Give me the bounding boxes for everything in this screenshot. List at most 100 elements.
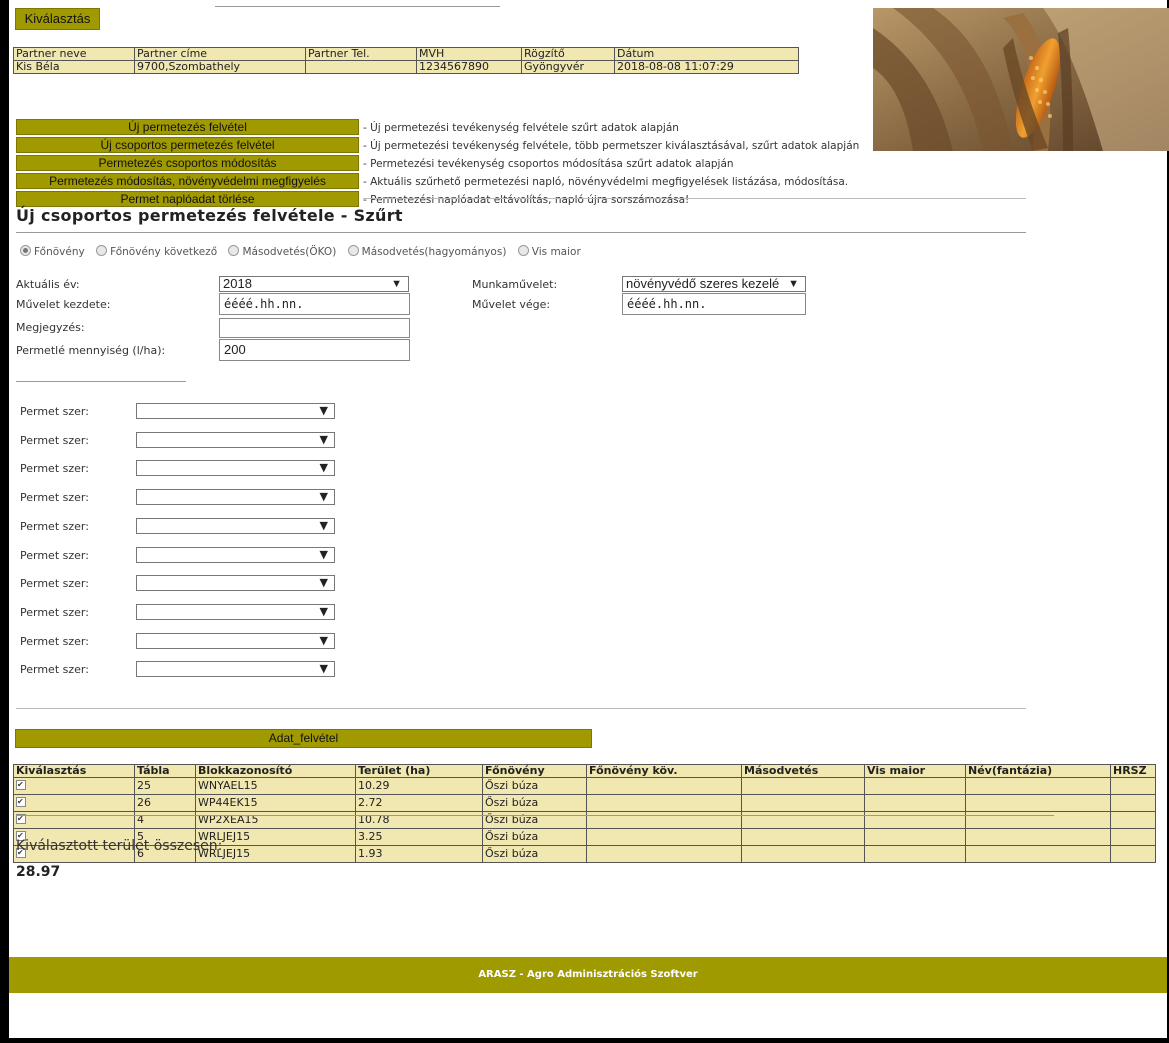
table-cell [864,794,966,812]
table-cell: Őszi búza [482,845,587,863]
spray-amount-input[interactable]: 200 [219,339,410,361]
total-area-value: 28.97 [16,864,61,880]
corn-image [873,8,1169,151]
table-cell [586,777,742,795]
radio-vis-maior[interactable]: Vis maior [517,245,581,258]
partner-header: Partner neve [13,47,135,61]
table-cell [741,828,865,846]
spray-agent-select[interactable]: ▼ [136,604,335,620]
end-date-input[interactable]: éééé.hh.nn. [622,293,806,315]
table-cell [1110,777,1156,795]
table-cell: 1.93 [355,845,483,863]
note-input[interactable] [219,318,410,338]
menu-desc: - Permetezési naplóadat eltávolítás, nap… [363,194,690,206]
crop-type-radio-group: Főnövény Főnövény következő Másodvetés(Ö… [20,245,589,258]
work-select-value: növényvédő szeres kezelé [626,276,780,291]
radio-dot-icon [228,245,240,256]
page-title: Új csoportos permetezés felvétele - Szűr… [16,206,403,225]
dropdown-arrow-icon: ▼ [319,461,328,474]
total-area-label: Kiválasztott terület összesen: [16,838,223,854]
table-header: Név(fantázia) [965,764,1111,778]
table-cell [586,845,742,863]
partner-cell: Kis Béla [13,60,135,74]
partner-header: Partner Tel. [305,47,417,61]
spray-agent-label: Permet szer: [20,434,89,447]
table-cell: 10.29 [355,777,483,795]
radio-dot-icon [517,245,529,256]
spray-agent-select[interactable]: ▼ [136,460,335,476]
spray-agent-label: Permet szer: [20,520,89,533]
divider [16,381,186,382]
window-border-left [0,0,9,1043]
year-label: Aktuális év: [16,278,80,291]
table-row: 25WNYAEL1510.29Őszi búza [13,777,1156,795]
radio-dot-icon [20,245,31,256]
spray-agent-select[interactable]: ▼ [136,547,335,563]
start-date-input[interactable]: éééé.hh.nn. [219,293,410,315]
radio-masodvetes-hagyomanyos[interactable]: Másodvetés(hagyományos) [347,245,506,258]
spray-agent-select[interactable]: ▼ [136,575,335,591]
partner-cell: Gyöngyvér [521,60,615,74]
table-cell [1110,828,1156,846]
table-cell [586,828,742,846]
year-select-value: 2018 [223,276,252,291]
title-underline [16,232,1026,233]
dropdown-arrow-icon: ▼ [319,576,328,589]
work-select[interactable]: növényvédő szeres kezelé ▼ [622,276,806,292]
radio-fonoveny-kovetkezo[interactable]: Főnövény következő [96,245,218,258]
partner-header: MVH [416,47,522,61]
menu-delete-log-button[interactable]: Permet naplóadat törlése [16,191,359,207]
dropdown-arrow-icon: ▼ [319,605,328,618]
select-cell [13,777,135,795]
spray-agent-select[interactable]: ▼ [136,403,335,419]
table-header: Blokkazonosító [195,764,356,778]
partner-header: Partner címe [134,47,306,61]
select-button[interactable]: Kiválasztás [15,8,100,30]
menu-desc: - Új permetezési tevékenység felvétele s… [363,122,679,134]
dropdown-arrow-icon: ▼ [391,278,402,290]
partner-cell: 1234567890 [416,60,522,74]
table-cell: 25 [134,777,196,795]
select-cell [13,794,135,812]
table-header: Főnövény [482,764,587,778]
row-checkbox[interactable] [16,794,26,810]
table-cell [1110,845,1156,863]
menu-new-spray-button[interactable]: Új permetezés felvétel [16,119,359,135]
radio-fonoveny[interactable]: Főnövény [20,245,85,258]
row-checkbox[interactable] [16,777,26,793]
note-label: Megjegyzés: [16,321,85,334]
radio-label: Vis maior [531,246,581,258]
menu-group-modify-button[interactable]: Permetezés csoportos módosítás [16,155,359,171]
table-cell: 3.25 [355,828,483,846]
partner-header: Dátum [614,47,799,61]
spray-agent-select[interactable]: ▼ [136,432,335,448]
spray-agent-select[interactable]: ▼ [136,661,335,677]
radio-label: Főnövény következő [110,246,218,258]
spray-agent-select[interactable]: ▼ [136,518,335,534]
table-cell: WP44EK15 [195,794,356,812]
table-cell [741,794,865,812]
radio-dot-icon [347,245,359,256]
spray-agent-label: Permet szer: [20,577,89,590]
spray-amount-label: Permetlé mennyiség (l/ha): [16,344,166,357]
menu-new-group-spray-button[interactable]: Új csoportos permetezés felvétel [16,137,359,153]
partner-cell: 9700,Szombathely [134,60,306,74]
menu-desc: - Aktuális szűrhető permetezési napló, n… [363,176,849,188]
spray-agent-select[interactable]: ▼ [136,633,335,649]
divider [16,815,1054,816]
table-header: Másodvetés [741,764,865,778]
spray-agent-label: Permet szer: [20,606,89,619]
spray-agent-select[interactable]: ▼ [136,489,335,505]
radio-label: Főnövény [34,246,85,258]
end-date-label: Művelet vége: [472,298,551,311]
table-cell: Őszi búza [482,828,587,846]
radio-masodvetes-oko[interactable]: Másodvetés(ÖKO) [228,245,336,258]
footer: ARASZ - Agro Adminisztrációs Szoftver [9,957,1167,993]
table-cell [586,794,742,812]
table-header: Tábla [134,764,196,778]
table-header: Terület (ha) [355,764,483,778]
year-select[interactable]: 2018 ▼ [219,276,409,292]
add-data-button[interactable]: Adat_felvétel [15,729,592,748]
menu-modify-observation-button[interactable]: Permetezés módosítás, növényvédelmi megf… [16,173,359,189]
table-cell [1110,794,1156,812]
